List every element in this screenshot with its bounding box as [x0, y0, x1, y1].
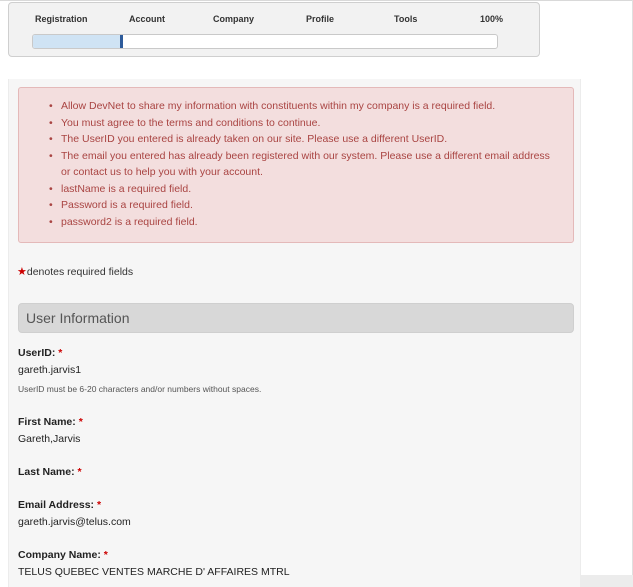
- first-name-value: Gareth,Jarvis: [18, 433, 81, 445]
- company-name-label: Company Name: *: [18, 549, 108, 561]
- error-item: • password2 is a required field.: [49, 215, 198, 228]
- progress-bar-marker: [120, 35, 124, 48]
- top-divider: [0, 0, 633, 1]
- userid-hint: UserID must be 6-20 characters and/or nu…: [18, 384, 262, 394]
- error-item: • The email you entered has already been …: [49, 149, 550, 179]
- step-company[interactable]: Company: [213, 14, 254, 24]
- required-asterisk: *: [103, 549, 108, 561]
- step-profile[interactable]: Profile: [306, 14, 334, 24]
- error-summary: • Allow DevNet to share my information wi…: [18, 87, 574, 243]
- progress-steps: Registration Account Company Profile Too…: [9, 14, 539, 28]
- required-asterisk: *: [77, 466, 82, 478]
- userid-label: UserID: *: [18, 347, 63, 359]
- error-item: • lastName is a required field.: [49, 182, 192, 195]
- progress-bar: [32, 34, 498, 49]
- step-tools[interactable]: Tools: [394, 14, 417, 24]
- registration-form-panel: • Allow DevNet to share my information wi…: [8, 79, 581, 587]
- error-list: • Allow DevNet to share my information wi…: [19, 88, 573, 230]
- progress-percent: 100%: [480, 14, 504, 24]
- error-item: • Password is a required field.: [49, 199, 193, 211]
- section-header-user-information: User Information: [18, 303, 574, 333]
- bottom-gutter: [581, 575, 633, 587]
- required-asterisk: *: [58, 347, 63, 359]
- registration-progress: Registration Account Company Profile Too…: [8, 2, 540, 57]
- required-note-text: denotes required fields: [26, 266, 134, 278]
- company-name-value: TELUS QUEBEC VENTES MARCHE D' AFFAIRES M…: [18, 566, 290, 578]
- userid-value: gareth.jarvis1: [18, 364, 82, 376]
- step-registration[interactable]: Registration: [35, 14, 88, 24]
- email-value: gareth.jarvis@telus.com: [18, 516, 131, 528]
- section-title: User Information: [26, 310, 130, 326]
- progress-bar-fill: [33, 35, 122, 48]
- error-item: • Allow DevNet to share my information wi…: [49, 100, 496, 112]
- first-name-label: First Name: *: [18, 416, 83, 428]
- required-star-icon: ★: [17, 266, 27, 278]
- email-label: Email Address: *: [18, 499, 102, 511]
- required-asterisk: *: [96, 499, 102, 511]
- error-item: • You must agree to the terms and conditi…: [49, 116, 321, 129]
- required-asterisk: *: [78, 416, 83, 428]
- last-name-label: Last Name: *: [18, 466, 82, 478]
- required-fields-note: ★denotes required fields: [17, 265, 133, 278]
- error-item: • The UserID you entered is already taken…: [49, 133, 448, 145]
- step-account[interactable]: Account: [129, 14, 165, 24]
